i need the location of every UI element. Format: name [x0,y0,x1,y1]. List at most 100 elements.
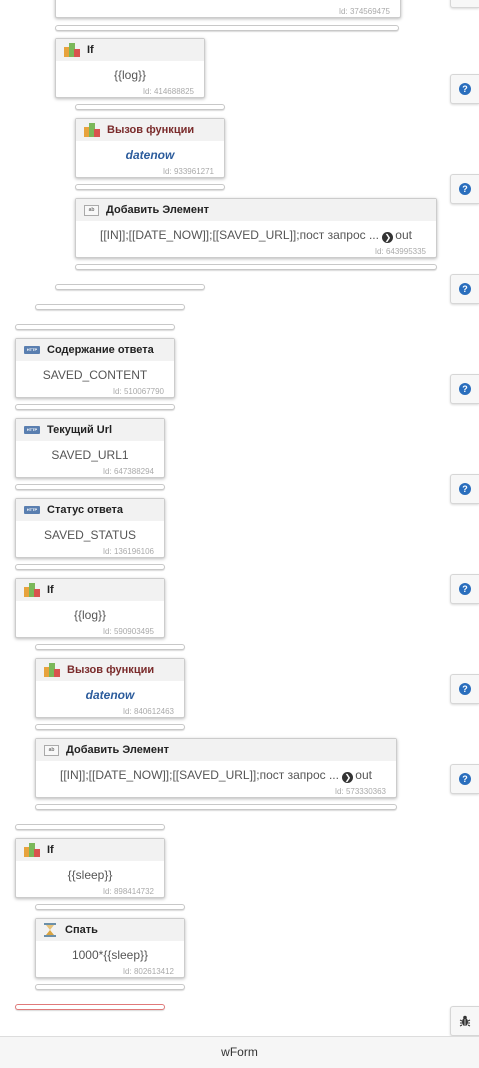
block-header: Вызов функции [76,119,224,141]
block-drop-zone-active[interactable] [15,1004,165,1010]
block-body-text: [[IN]];[[DATE_NOW]];[[SAVED_URL]];пост з… [60,768,339,782]
help-icon: ? [459,183,471,195]
block-header: HTTP Текущий Url [16,419,164,441]
block-drop-zone[interactable] [35,644,185,650]
block-header: ab Добавить Элемент [76,199,436,221]
block-id: Id: 414688825 [142,87,194,96]
block-id: Id: 933961271 [162,167,214,176]
arrow-right-icon: ❯ [342,772,354,783]
debug-button[interactable] [450,1006,479,1036]
help-button[interactable]: ? [450,764,479,794]
if-block[interactable]: If {{sleep}} Id: 898414732 [15,838,165,898]
block-body: SAVED_CONTENT [42,368,148,382]
block-drop-zone[interactable] [35,904,185,910]
hourglass-icon-shape [44,923,56,937]
add-element-icon: ab [84,204,99,216]
add-element-block[interactable]: ab Добавить Элемент [[IN]];[[DATE_NOW]];… [75,198,437,258]
help-button[interactable]: ? [450,674,479,704]
help-button[interactable]: ? [450,174,479,204]
help-icon: ? [459,773,471,785]
block-drop-zone[interactable] [75,184,225,190]
if-icon [24,583,40,597]
block-drop-zone[interactable] [35,804,397,810]
block-header: HTTP Содержание ответа [16,339,174,361]
block-drop-zone[interactable] [15,324,175,330]
block-drop-zone[interactable] [35,724,185,730]
help-icon: ? [459,283,471,295]
block-title: Добавить Элемент [106,204,209,216]
block-drop-zone[interactable] [55,284,205,290]
if-block[interactable]: If {{log}} Id: 414688825 [55,38,205,98]
help-button[interactable]: ? [450,574,479,604]
add-element-icon: ab [44,744,59,756]
block-id: Id: 573330363 [334,787,386,796]
add-element-block[interactable]: ab Добавить Элемент [[IN]];[[DATE_NOW]];… [35,738,397,798]
block-title: If [87,44,94,56]
footer-bar: wForm [0,1036,479,1068]
block-body: SAVED_STATUS [43,528,137,542]
block-body: 1000*{{sleep}} [71,948,149,962]
help-button[interactable] [450,0,479,8]
block-drop-zone[interactable] [75,104,225,110]
help-icon: ? [459,483,471,495]
http-icon: HTTP [24,506,40,514]
block-title: Вызов функции [107,124,195,136]
block-body: [[IN]];[[DATE_NOW]];[[SAVED_URL]];пост з… [76,221,436,244]
block-id: Id: 802613412 [122,967,174,976]
arrow-right-icon: ❯ [382,232,394,243]
response-content-block[interactable]: HTTP Содержание ответа SAVED_CONTENT Id:… [15,338,175,398]
block-id: Id: 510067790 [112,387,164,396]
sleep-block[interactable]: Спать 1000*{{sleep}} Id: 802613412 [35,918,185,978]
help-icon: ? [459,383,471,395]
if-block[interactable]: If {{log}} Id: 590903495 [15,578,165,638]
block-id: Id: 647388294 [102,467,154,476]
block-body-text: [[IN]];[[DATE_NOW]];[[SAVED_URL]];пост з… [100,228,379,242]
block-header: Вызов функции [36,659,184,681]
block-id: Id: 590903495 [102,627,154,636]
out-label: out [355,768,372,782]
block-id: Id: 898414732 [102,887,154,896]
block-drop-zone[interactable] [15,484,165,490]
block-id: Id: 643995335 [374,247,426,256]
block-drop-zone[interactable] [35,304,185,310]
hourglass-icon [44,923,58,937]
block-id: Id: 840612463 [122,707,174,716]
bug-icon [459,1015,471,1027]
function-icon [44,663,60,677]
block-drop-zone[interactable] [75,264,437,270]
block-partial[interactable]: Id: 374569475 [55,0,401,18]
block-header: HTTP Статус ответа [16,499,164,521]
block-drop-zone[interactable] [15,564,165,570]
function-call-block[interactable]: Вызов функции datenow Id: 840612463 [35,658,185,718]
block-body: {{sleep}} [67,868,113,882]
http-icon: HTTP [24,426,40,434]
current-url-block[interactable]: HTTP Текущий Url SAVED_URL1 Id: 64738829… [15,418,165,478]
block-body: {{log}} [73,608,107,622]
out-link[interactable]: ❯ out [342,768,372,783]
out-link[interactable]: ❯ out [382,228,412,243]
block-title: If [47,584,54,596]
block-header: If [16,579,164,601]
block-body: {{log}} [113,68,147,82]
help-button[interactable]: ? [450,374,479,404]
block-body: datenow [85,688,135,702]
block-id: Id: 374569475 [338,7,390,16]
out-label: out [395,228,412,242]
block-drop-zone[interactable] [15,404,175,410]
help-button[interactable]: ? [450,74,479,104]
help-button[interactable]: ? [450,474,479,504]
help-button[interactable]: ? [450,274,479,304]
footer-title: wForm [221,1045,258,1059]
function-icon [84,123,100,137]
block-header: ab Добавить Элемент [36,739,396,761]
help-icon: ? [459,683,471,695]
function-call-block[interactable]: Вызов функции datenow Id: 933961271 [75,118,225,178]
block-drop-zone[interactable] [35,984,185,990]
block-drop-zone[interactable] [15,824,165,830]
if-icon [64,43,80,57]
http-icon: HTTP [24,346,40,354]
block-drop-zone[interactable] [55,25,399,31]
block-title: Содержание ответа [47,344,154,356]
block-id: Id: 136196106 [102,547,154,556]
response-status-block[interactable]: HTTP Статус ответа SAVED_STATUS Id: 1361… [15,498,165,558]
